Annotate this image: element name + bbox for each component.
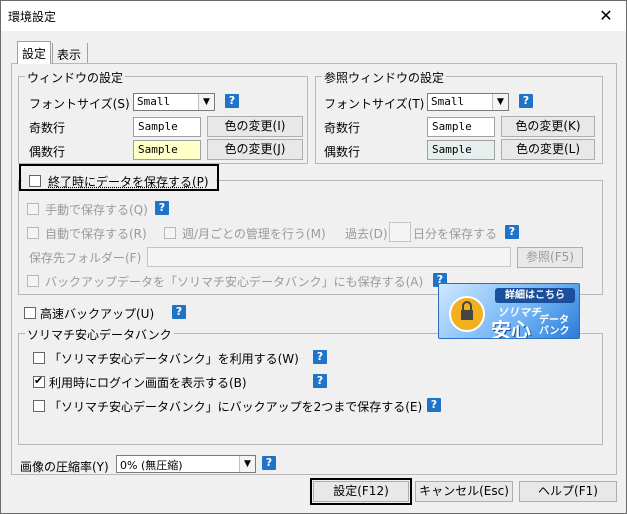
- odd-color-button[interactable]: 色の変更(I): [207, 116, 303, 137]
- font-size-select[interactable]: Small ▼: [133, 93, 215, 111]
- even-row-sample: Sample: [133, 140, 201, 160]
- lock-icon: [449, 296, 485, 332]
- backup-bank-label: バックアップデータを「ソリマチ安心データバンク」にも保存する(A): [45, 275, 424, 289]
- login-screen-label: 利用時にログイン画面を表示する(B): [49, 376, 247, 390]
- highlight-frame: [19, 164, 219, 191]
- even-row-label: 偶数行: [29, 145, 66, 159]
- ok-highlight-frame: [310, 478, 412, 505]
- tab-display[interactable]: 表示: [52, 43, 88, 63]
- help-icon[interactable]: ?: [262, 456, 276, 470]
- manual-save-label: 手動で保存する(Q): [45, 203, 148, 217]
- banner-line3: データ バンク: [539, 315, 570, 337]
- days-label: 日分を保存する: [413, 227, 498, 241]
- window-title: 環境設定: [8, 10, 57, 24]
- even-color-button[interactable]: 色の変更(J): [207, 139, 303, 160]
- banner-line3a: データ: [539, 315, 569, 326]
- help-icon[interactable]: ?: [519, 94, 533, 108]
- use-data-bank-checkbox[interactable]: [33, 352, 45, 364]
- font-size-label: フォントサイズ(S): [29, 97, 130, 111]
- banner-line2: 安心: [491, 318, 531, 339]
- help-icon[interactable]: ?: [505, 225, 519, 239]
- help-icon[interactable]: ?: [313, 350, 327, 364]
- ref-odd-row-sample: Sample: [427, 117, 495, 137]
- data-bank-title: ソリマチ安心データバンク: [25, 326, 174, 343]
- ref-even-color-button[interactable]: 色の変更(L): [501, 139, 595, 160]
- folder-label: 保存先フォルダー(F): [29, 251, 142, 265]
- weekly-monthly-checkbox[interactable]: [164, 227, 176, 239]
- weekly-monthly-label: 週/月ごとの管理を行う(M): [182, 227, 326, 241]
- settings-panel: ウィンドウの設定 フォントサイズ(S) Small ▼ ? 奇数行 Sample…: [11, 63, 617, 475]
- ref-window-settings-group: 参照ウィンドウの設定 フォントサイズ(T) Small ▼ ? 奇数行 Samp…: [315, 69, 603, 164]
- cancel-button[interactable]: キャンセル(Esc): [415, 481, 513, 502]
- ref-odd-color-button[interactable]: 色の変更(K): [501, 116, 595, 137]
- fast-backup-checkbox[interactable]: [24, 307, 36, 319]
- chevron-down-icon: ▼: [239, 456, 255, 472]
- banner-pill: 詳細はこちら: [495, 288, 575, 303]
- folder-input[interactable]: [147, 247, 511, 267]
- odd-row-label: 奇数行: [29, 121, 66, 135]
- backup2-label: 「ソリマチ安心データバンク」にバックアップを2つまで保存する(E): [49, 400, 423, 414]
- chevron-down-icon: ▼: [198, 94, 214, 110]
- ref-odd-row-label: 奇数行: [324, 121, 361, 135]
- compression-label: 画像の圧縮率(Y): [20, 460, 109, 474]
- past-days-input[interactable]: [389, 222, 411, 242]
- data-bank-group: ソリマチ安心データバンク 「ソリマチ安心データバンク」を利用する(W) ? 利用…: [18, 326, 603, 445]
- ref-even-row-label: 偶数行: [324, 145, 361, 159]
- backup2-checkbox[interactable]: [33, 400, 45, 412]
- window-settings-group: ウィンドウの設定 フォントサイズ(S) Small ▼ ? 奇数行 Sample…: [18, 69, 308, 164]
- ref-window-settings-title: 参照ウィンドウの設定: [322, 69, 447, 86]
- odd-row-sample: Sample: [133, 117, 201, 137]
- save-on-exit-group: 手動で保存する(Q) ? 自動で保存する(R) 週/月ごとの管理を行う(M) 過…: [18, 180, 603, 295]
- compression-value: 0% (無圧縮): [120, 459, 183, 472]
- help-icon[interactable]: ?: [225, 94, 239, 108]
- help-icon[interactable]: ?: [313, 374, 327, 388]
- browse-button[interactable]: 参照(F5): [517, 247, 583, 268]
- window-settings-title: ウィンドウの設定: [25, 69, 126, 86]
- settings-dialog: 環境設定 ✕ 設定 表示 ウィンドウの設定 フォントサイズ(S) Small ▼…: [0, 0, 627, 514]
- login-screen-checkbox[interactable]: [33, 374, 45, 388]
- ref-even-row-sample: Sample: [427, 140, 495, 160]
- auto-save-checkbox[interactable]: [27, 227, 39, 239]
- past-label: 過去(D): [345, 227, 388, 241]
- tab-settings[interactable]: 設定: [17, 41, 51, 64]
- manual-save-checkbox[interactable]: [27, 203, 39, 215]
- ref-font-size-value: Small: [431, 95, 465, 108]
- help-icon[interactable]: ?: [155, 201, 169, 215]
- ref-font-size-label: フォントサイズ(T): [324, 97, 425, 111]
- font-size-value: Small: [137, 95, 171, 108]
- compression-select[interactable]: 0% (無圧縮) ▼: [116, 455, 256, 473]
- banner-line3b: バンク: [539, 326, 570, 337]
- ref-font-size-select[interactable]: Small ▼: [427, 93, 509, 111]
- help-icon[interactable]: ?: [427, 398, 441, 412]
- fast-backup-label: 高速バックアップ(U): [40, 307, 155, 321]
- title-bar: 環境設定 ✕: [1, 1, 626, 31]
- help-icon[interactable]: ?: [172, 305, 186, 319]
- chevron-down-icon: ▼: [492, 94, 508, 110]
- backup-bank-checkbox[interactable]: [27, 275, 39, 287]
- auto-save-label: 自動で保存する(R): [45, 227, 147, 241]
- help-button[interactable]: ヘルプ(F1): [519, 481, 617, 502]
- close-icon[interactable]: ✕: [586, 1, 626, 31]
- data-bank-banner[interactable]: 詳細はこちら ソリマチ 安心 データ バンク: [438, 283, 580, 339]
- use-data-bank-label: 「ソリマチ安心データバンク」を利用する(W): [49, 352, 299, 366]
